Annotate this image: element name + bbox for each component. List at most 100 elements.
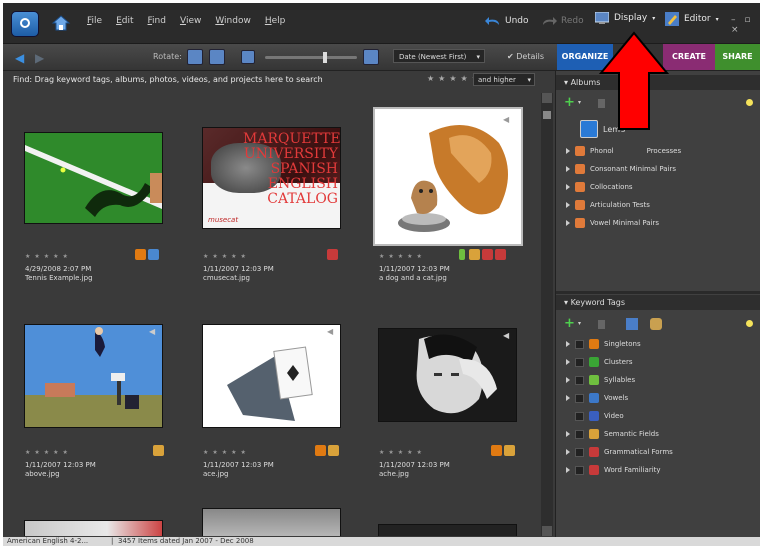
expand-icon[interactable] xyxy=(566,202,570,208)
keyword-item[interactable]: Video xyxy=(575,410,624,422)
keyword-checkbox[interactable] xyxy=(575,393,584,403)
scroll-thumb[interactable] xyxy=(543,111,551,119)
keyword-item[interactable]: Grammatical Forms xyxy=(566,446,673,458)
keyword-checkbox[interactable] xyxy=(575,447,584,457)
keyword-checkbox[interactable] xyxy=(575,357,584,367)
expand-icon[interactable] xyxy=(566,467,570,473)
photo-card-selected[interactable]: ◀ ★★★★★ 1/11/2007 12:03 PM a dog and a c… xyxy=(375,91,541,282)
keyword-item[interactable]: Word Familiarity xyxy=(566,464,661,476)
tab-share[interactable]: SHARE xyxy=(715,44,760,70)
keyword-checkbox[interactable] xyxy=(575,465,584,475)
expand-icon[interactable] xyxy=(566,431,570,437)
delete-keyword-icon[interactable] xyxy=(598,320,605,329)
album-icon xyxy=(580,120,598,138)
photo-thumbnail[interactable] xyxy=(25,133,162,223)
expand-icon[interactable] xyxy=(566,449,570,455)
expand-icon[interactable] xyxy=(566,220,570,226)
photo-card[interactable]: MARQUETTE UNIVERSITY SPANISH ENGLISH CAT… xyxy=(199,91,369,282)
expand-icon[interactable] xyxy=(566,184,570,190)
tag-people-icon[interactable] xyxy=(650,318,662,330)
grid-scrollbar[interactable] xyxy=(541,93,553,536)
photo-rating[interactable]: ★★★★★ xyxy=(203,449,250,456)
scroll-down-button[interactable] xyxy=(542,526,552,536)
add-album-icon[interactable]: + xyxy=(564,95,575,110)
photo-thumbnail[interactable] xyxy=(25,325,162,427)
keyword-item[interactable]: Clusters xyxy=(566,356,633,368)
photo-thumbnail[interactable] xyxy=(379,329,516,421)
album-item[interactable]: Phonol Processes xyxy=(566,145,681,157)
rotate-right-icon[interactable] xyxy=(209,49,225,65)
large-thumbnail-icon[interactable] xyxy=(363,49,379,65)
slider-knob[interactable] xyxy=(323,52,327,63)
expand-icon[interactable] xyxy=(566,395,570,401)
expand-icon[interactable] xyxy=(566,359,570,365)
keyword-checkbox[interactable] xyxy=(575,339,584,349)
menu-find[interactable]: Find xyxy=(148,16,166,26)
photo-thumbnail-partial[interactable] xyxy=(203,509,340,536)
photo-card[interactable]: ★★★★★ 4/29/2008 2:07 PM Tennis Example.j… xyxy=(21,91,191,282)
rating-filter-select[interactable]: and higher ▾ xyxy=(473,73,535,86)
photo-card[interactable]: ◀ ★★★★★ 1/11/2007 12:03 PM ache.jpg xyxy=(375,287,541,478)
expand-icon[interactable] xyxy=(566,148,570,154)
keyword-item[interactable]: Syllables xyxy=(566,374,635,386)
photo-thumbnail-partial[interactable] xyxy=(25,521,162,536)
menu-window[interactable]: Window xyxy=(215,16,251,26)
edit-keyword-icon[interactable] xyxy=(626,318,638,330)
photo-thumbnail[interactable] xyxy=(203,325,340,427)
keyword-checkbox[interactable] xyxy=(575,429,584,439)
lightbulb-icon[interactable] xyxy=(746,320,753,327)
find-bar[interactable]: Find: Drag keyword tags, albums, photos,… xyxy=(3,71,553,89)
editor-button[interactable]: Editor ▾ xyxy=(665,12,719,26)
forward-arrow-icon[interactable]: ▶ xyxy=(35,51,44,65)
photo-thumbnail-partial[interactable] xyxy=(379,525,516,536)
scroll-up-button[interactable] xyxy=(542,93,552,103)
display-button[interactable]: Display ▾ xyxy=(595,12,655,24)
word-familiarity-tag-icon xyxy=(495,249,506,260)
menu-view[interactable]: View xyxy=(180,16,201,26)
menu-help[interactable]: Help xyxy=(265,16,286,26)
home-icon[interactable] xyxy=(51,14,71,32)
photo-card[interactable]: ◀ ★★★★★ 1/11/2007 12:03 PM ace.jpg xyxy=(199,287,369,478)
keyword-item[interactable]: Vowels xyxy=(566,392,628,404)
album-item[interactable]: Collocations xyxy=(566,181,633,193)
menu-file[interactable]: File xyxy=(87,16,102,26)
small-thumbnail-icon[interactable] xyxy=(241,50,255,64)
expand-icon[interactable] xyxy=(566,166,570,172)
expand-icon[interactable] xyxy=(566,377,570,383)
photo-filename: a dog and a cat.jpg xyxy=(379,274,447,282)
back-arrow-icon[interactable]: ◀ xyxy=(15,51,24,65)
redo-button[interactable]: Redo xyxy=(541,16,584,26)
album-item[interactable]: Vowel Minimal Pairs xyxy=(566,217,659,229)
undo-button[interactable]: Undo xyxy=(485,16,529,26)
album-item[interactable]: Consonant Minimal Pairs xyxy=(566,163,676,175)
add-keyword-icon[interactable]: + xyxy=(564,316,575,331)
album-item[interactable]: Articulation Tests xyxy=(566,199,650,211)
tab-create[interactable]: CREATE xyxy=(663,44,715,70)
photo-thumbnail[interactable]: MARQUETTE UNIVERSITY SPANISH ENGLISH CAT… xyxy=(203,128,340,228)
chevron-down-icon[interactable]: ▾ xyxy=(578,320,581,327)
expand-icon[interactable] xyxy=(566,341,570,347)
album-item-label: Phonol xyxy=(590,147,614,155)
thumbnail-size-slider[interactable] xyxy=(265,52,357,63)
rotate-left-icon[interactable] xyxy=(187,49,203,65)
keyword-checkbox[interactable] xyxy=(575,411,584,421)
photo-rating[interactable]: ★★★★★ xyxy=(203,253,250,260)
sort-order-select[interactable]: Date (Newest First) ▾ xyxy=(393,49,485,63)
photo-card[interactable]: ◀ ★★★★★ 1/11/2007 12:03 PM above.jpg xyxy=(21,287,191,478)
chevron-down-icon[interactable]: ▾ xyxy=(578,99,581,106)
photo-rating[interactable]: ★★★★★ xyxy=(25,253,72,260)
keyword-checkbox[interactable] xyxy=(575,375,584,385)
panel-divider[interactable] xyxy=(556,291,760,294)
photo-rating[interactable]: ★★★★★ xyxy=(379,449,426,456)
photo-rating[interactable]: ★★★★★ xyxy=(25,449,72,456)
window-controls[interactable]: – ▫ × xyxy=(731,15,760,35)
photo-thumbnail[interactable] xyxy=(379,113,517,239)
photo-rating[interactable]: ★★★★★ xyxy=(379,253,426,260)
lightbulb-icon[interactable] xyxy=(746,99,753,106)
keyword-item[interactable]: Semantic Fields xyxy=(566,428,659,440)
details-checkbox[interactable]: ✔ Details xyxy=(507,52,544,61)
keyword-item[interactable]: Singletons xyxy=(566,338,641,350)
keyword-tags-header[interactable]: ▾ Keyword Tags xyxy=(556,295,760,310)
menu-edit[interactable]: Edit xyxy=(116,16,133,26)
photo-filename: above.jpg xyxy=(25,470,60,478)
